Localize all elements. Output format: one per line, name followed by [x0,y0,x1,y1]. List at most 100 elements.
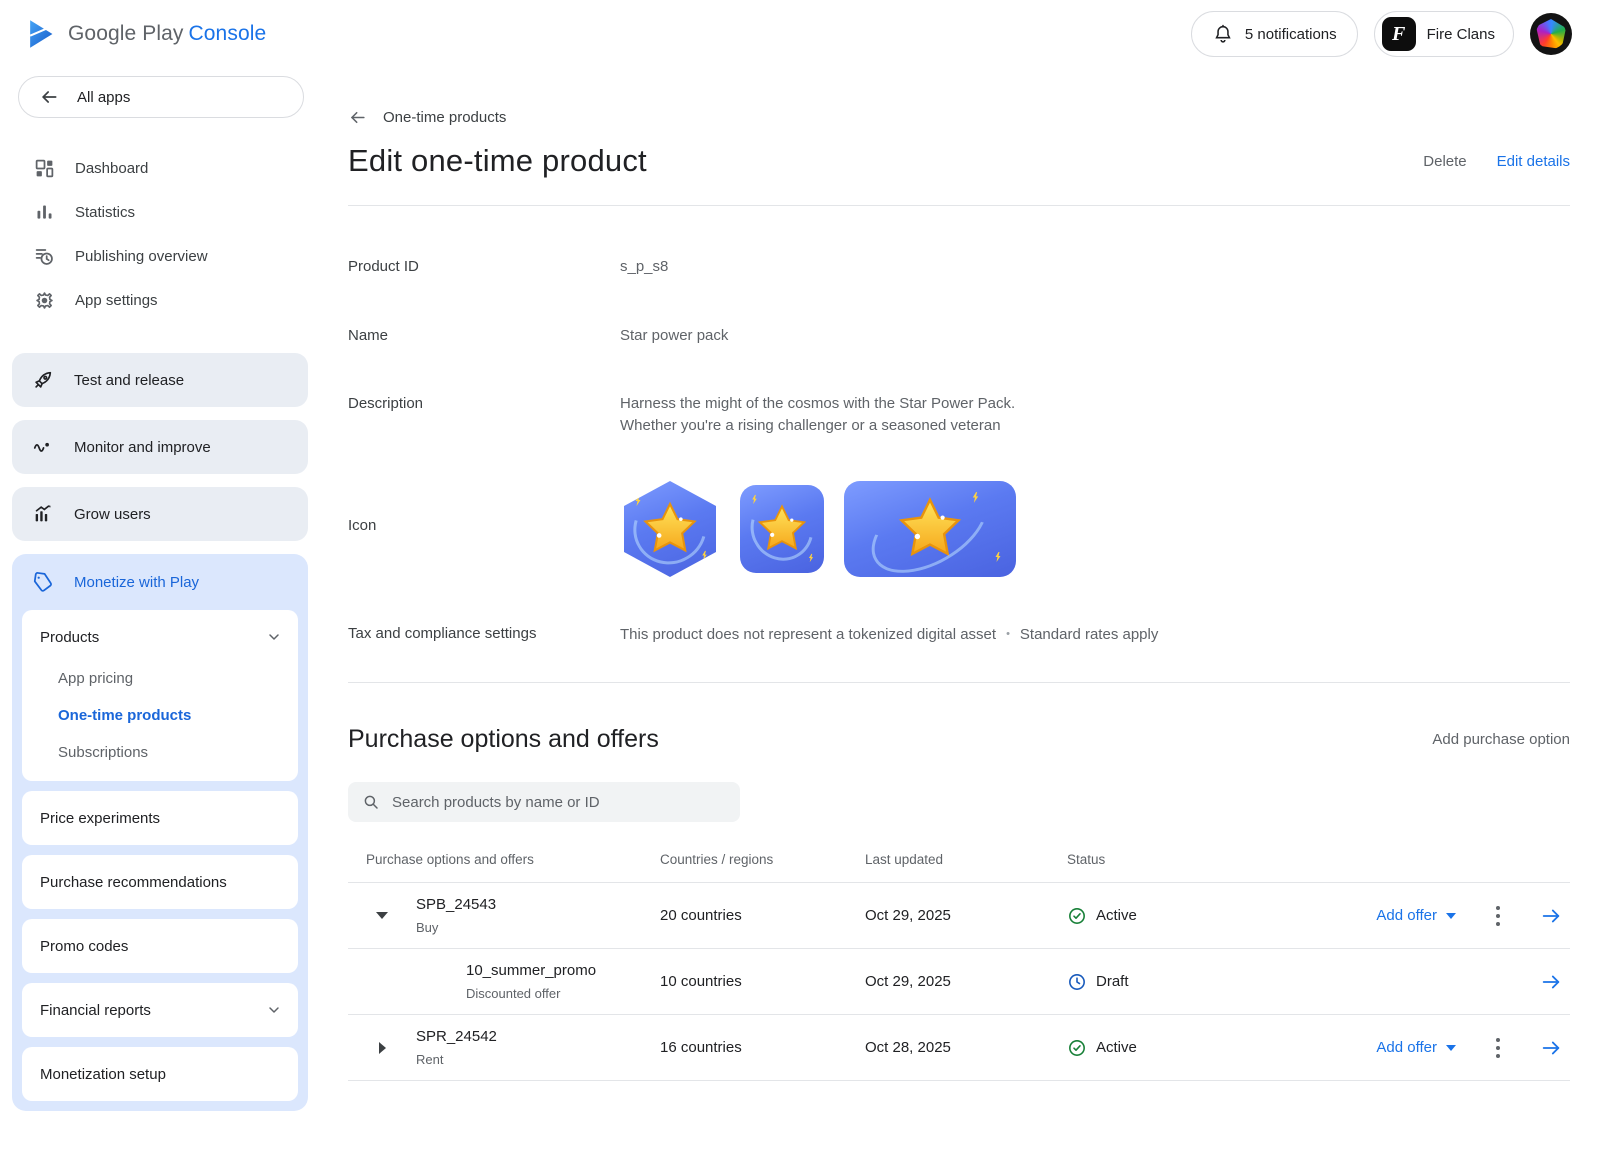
sidebar-item-label: Publishing overview [75,248,208,265]
sidebar: All apps Dashboard Statistics [0,68,322,1160]
card-label: Monetization setup [40,1066,166,1083]
dashboard-icon [34,158,55,179]
sidebar-item-publishing-overview[interactable]: Publishing overview [0,234,322,278]
add-offer-button[interactable]: Add offer [1376,1039,1456,1056]
sidebar-item-financial-reports[interactable]: Financial reports [22,983,298,1037]
purchase-options-table: Purchase options and offers Countries / … [348,852,1570,1081]
card-label: Promo codes [40,938,128,955]
sub-item-label: Subscriptions [58,744,148,761]
account-avatar[interactable] [1530,13,1572,55]
sidebar-group-label: Monitor and improve [74,439,211,456]
search-box[interactable] [348,782,740,822]
lightning-icon [749,494,760,505]
sidebar-item-dashboard[interactable]: Dashboard [0,146,322,190]
sidebar-group-label: Grow users [74,506,151,523]
icon-label: Icon [348,481,620,534]
add-offer-button[interactable]: Add offer [1376,907,1456,924]
description-line1: Harness the might of the cosmos with the… [620,393,1570,415]
sidebar-item-monetize-with-play[interactable]: Monetize with Play [22,554,298,610]
open-row-button[interactable] [1540,1037,1562,1059]
last-updated-cell: Oct 28, 2025 [865,1039,1067,1056]
check-circle-icon [1067,906,1087,926]
dropdown-caret-icon [1446,913,1456,919]
sidebar-item-purchase-recommendations[interactable]: Purchase recommendations [22,855,298,909]
sidebar-item-label: Dashboard [75,160,148,177]
sidebar-item-monitor-and-improve[interactable]: Monitor and improve [12,420,308,474]
monetize-label: Monetize with Play [74,574,199,591]
lightning-icon [632,495,644,507]
tag-icon [32,571,54,593]
card-label: Purchase recommendations [40,874,227,891]
sidebar-item-statistics[interactable]: Statistics [0,190,322,234]
lightning-icon [992,551,1004,563]
add-purchase-option-button[interactable]: Add purchase option [1432,731,1570,748]
last-updated-cell: Oct 29, 2025 [865,973,1067,990]
gear-icon [34,290,55,311]
tax-note-text: Standard rates apply [1020,626,1158,643]
status-label: Draft [1096,973,1129,990]
search-input[interactable] [392,794,726,811]
google-play-console-logo[interactable]: Google PlayConsole [26,18,266,50]
section-divider [348,682,1570,683]
sidebar-item-grow-users[interactable]: Grow users [12,487,308,541]
edit-details-button[interactable]: Edit details [1497,153,1570,170]
sidebar-item-label: App settings [75,292,158,309]
product-icons [620,481,1570,577]
description-value: Harness the might of the cosmos with the… [620,393,1570,437]
sidebar-item-one-time-products[interactable]: One-time products [22,697,298,734]
add-offer-label: Add offer [1376,1039,1437,1056]
play-logo-icon [26,18,56,50]
right-arrow-icon [1540,971,1562,993]
breadcrumb[interactable]: One-time products [348,108,1570,127]
sidebar-item-monetization-setup[interactable]: Monetization setup [22,1047,298,1101]
card-label: Price experiments [40,810,160,827]
notifications-label: 5 notifications [1245,26,1337,43]
back-arrow-icon [39,87,59,107]
sidebar-item-app-settings[interactable]: App settings [0,278,322,322]
sidebar-item-price-experiments[interactable]: Price experiments [22,791,298,845]
sidebar-item-test-and-release[interactable]: Test and release [12,353,308,407]
countries-cell: 10 countries [660,973,865,990]
tax-value-text: This product does not represent a tokeni… [620,626,996,643]
collapse-row-icon[interactable] [376,912,388,919]
status-label: Active [1096,1039,1137,1056]
products-group-card: Products App pricing One-time products S… [22,610,298,781]
description-line2: Whether you're a rising challenger or a … [620,415,1570,437]
top-bar: Google PlayConsole 5 notifications F Fir… [0,0,1600,68]
dot-separator: • [1006,628,1010,640]
monetize-section: Monetize with Play Products App pricing … [12,554,308,1111]
delete-button[interactable]: Delete [1423,153,1466,170]
sidebar-item-label: Statistics [75,204,135,221]
row-menu-button[interactable] [1492,1034,1504,1062]
chevron-down-icon [266,1002,282,1018]
all-apps-back-button[interactable]: All apps [18,76,304,118]
product-icon-hexagon [620,481,720,577]
app-name-label: Fire Clans [1427,26,1495,43]
sidebar-item-promo-codes[interactable]: Promo codes [22,919,298,973]
lightning-icon [969,491,982,504]
purchase-option-type: Buy [416,920,660,935]
products-label: Products [40,629,99,646]
purchase-section-title: Purchase options and offers [348,725,659,754]
app-switcher-button[interactable]: F Fire Clans [1374,11,1514,57]
open-row-button[interactable] [1540,905,1562,927]
purchase-option-id: SPB_24543 [416,896,660,913]
bell-icon [1212,23,1234,45]
statistics-icon [34,202,55,223]
search-icon [362,793,380,811]
expand-row-icon[interactable] [379,1042,386,1054]
breadcrumb-label[interactable]: One-time products [383,109,506,126]
sidebar-item-products[interactable]: Products [22,614,298,660]
row-menu-button[interactable] [1492,902,1504,930]
col-header-status: Status [1067,852,1315,867]
page-title: Edit one-time product [348,143,647,179]
all-apps-label: All apps [77,89,130,106]
purchase-option-type: Rent [416,1052,660,1067]
col-header-last-updated: Last updated [865,852,1067,867]
sidebar-item-app-pricing[interactable]: App pricing [22,660,298,697]
header-divider [348,205,1570,206]
sidebar-item-subscriptions[interactable]: Subscriptions [22,734,298,771]
open-row-button[interactable] [1540,971,1562,993]
notifications-button[interactable]: 5 notifications [1191,11,1358,57]
product-id-value: s_p_s8 [620,256,1570,278]
